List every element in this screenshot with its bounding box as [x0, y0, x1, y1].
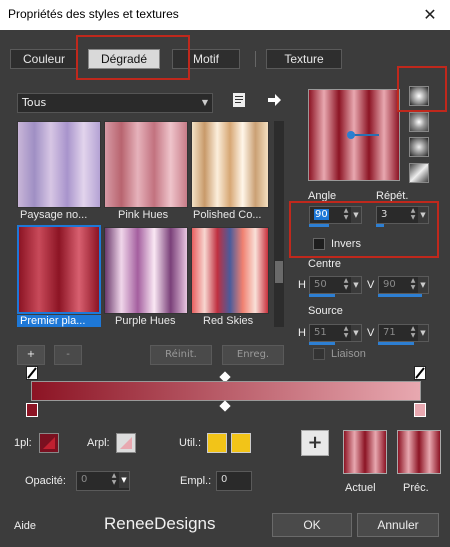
gradient-label-paysage: Paysage no... — [20, 209, 88, 221]
add-to-swatches-button[interactable]: + — [301, 430, 329, 456]
source-label: Source — [308, 305, 343, 317]
radial-style-button[interactable] — [409, 163, 429, 183]
top-left-marker-icon[interactable] — [26, 366, 38, 380]
center-v-input[interactable]: 90 ▲ ▼ ▼ — [378, 276, 429, 294]
center-h-dropdown-icon[interactable]: ▼ — [351, 277, 361, 293]
start-color-stop[interactable] — [26, 403, 38, 417]
source-h-slider[interactable] — [309, 342, 335, 345]
previous-label: Préc. — [403, 482, 429, 494]
gradient-label-polished: Polished Co... — [193, 209, 262, 221]
current-label: Actuel — [345, 482, 376, 494]
previous-preview-swatch[interactable] — [397, 430, 441, 474]
invert-checkbox[interactable] — [313, 238, 325, 250]
remove-gradient-button[interactable]: - — [54, 345, 82, 365]
util-color-swatch-1[interactable] — [207, 433, 227, 453]
source-v-value: 71 — [383, 327, 396, 338]
highlight-frame-angle — [289, 201, 439, 258]
category-value: Tous — [22, 96, 47, 109]
source-h-label: H — [298, 327, 306, 339]
source-h-spinner-icon[interactable]: ▲ ▼ — [341, 325, 351, 341]
gradient-thumb-premier-plan[interactable] — [17, 225, 101, 314]
source-v-slider[interactable] — [378, 342, 414, 345]
help-link[interactable]: Aide — [14, 520, 36, 532]
gradient-label-red-skies: Red Skies — [203, 315, 254, 327]
current-preview-swatch[interactable] — [343, 430, 387, 474]
source-v-spinner-icon[interactable]: ▲ ▼ — [408, 325, 418, 341]
center-v-label: V — [367, 279, 375, 291]
bg-label: Arpl: — [87, 437, 110, 449]
category-select[interactable]: Tous ▼ — [17, 93, 213, 113]
opacity-spinner-icon[interactable]: ▲ ▼ — [109, 472, 119, 488]
center-h-input[interactable]: 50 ▲ ▼ ▼ — [309, 276, 362, 294]
center-v-dropdown-icon[interactable]: ▼ — [418, 277, 428, 293]
center-v-value: 90 — [383, 279, 396, 290]
center-handle[interactable] — [347, 131, 355, 139]
close-icon[interactable]: ✕ — [410, 0, 450, 30]
scrollbar-thumb[interactable] — [275, 261, 283, 283]
highlight-frame-tab — [76, 35, 190, 80]
gradient-thumb-paysage[interactable] — [17, 121, 101, 208]
center-v-slider[interactable] — [378, 294, 422, 297]
source-v-dropdown-icon[interactable]: ▼ — [418, 325, 428, 341]
invert-label: Invers — [331, 238, 361, 250]
center-label: Centre — [308, 258, 342, 270]
util-color-swatch-2[interactable] — [231, 433, 251, 453]
gradient-thumb-polished[interactable] — [191, 121, 269, 208]
gradient-thumb-red-skies[interactable] — [191, 227, 269, 314]
center-h-label: H — [298, 279, 306, 291]
center-h-spinner-icon[interactable]: ▲ ▼ — [341, 277, 351, 293]
add-gradient-button[interactable]: + — [17, 345, 45, 365]
gradient-list-scrollbar[interactable] — [274, 121, 284, 327]
opacity-value: 0 — [81, 474, 88, 485]
gradient-editor-bar[interactable] — [31, 381, 421, 401]
util-label: Util.: — [179, 437, 201, 449]
ok-button[interactable]: OK — [272, 513, 352, 537]
center-v-spinner-icon[interactable]: ▲ ▼ — [408, 277, 418, 293]
arrow-right-icon[interactable] — [266, 92, 282, 108]
link-label: Liaison — [331, 348, 366, 360]
location-label: Empl.: — [180, 475, 212, 487]
window-title: Propriétés des styles et textures — [8, 7, 179, 21]
fg-label: 1pl: — [14, 437, 32, 449]
save-button[interactable]: Enreg. — [222, 345, 284, 365]
link-checkbox[interactable] — [313, 348, 325, 360]
rectangular-style-button[interactable] — [409, 112, 429, 132]
gradient-label-purple-hues: Purple Hues — [115, 315, 176, 327]
gradient-label-pink-hues: Pink Hues — [118, 209, 169, 221]
bottom-midpoint-icon[interactable] — [219, 400, 231, 412]
source-v-input[interactable]: 71 ▲ ▼ ▼ — [378, 324, 429, 342]
bg-color-swatch[interactable] — [116, 433, 136, 453]
sunburst-style-button[interactable] — [409, 137, 429, 157]
source-v-label: V — [367, 327, 375, 339]
source-h-input[interactable]: 51 ▲ ▼ ▼ — [309, 324, 362, 342]
tab-separator — [255, 51, 256, 67]
tab-couleur[interactable]: Couleur — [10, 49, 78, 69]
top-right-marker-icon[interactable] — [414, 366, 426, 380]
fg-color-swatch[interactable] — [39, 433, 59, 453]
highlight-frame-style — [397, 66, 447, 112]
gradient-preview[interactable] — [308, 89, 400, 181]
reset-button[interactable]: Réinit. — [150, 345, 212, 365]
brand-watermark: ReneeDesigns — [104, 514, 216, 533]
page-view-icon[interactable] — [231, 92, 247, 108]
center-h-value: 50 — [314, 279, 327, 290]
tab-texture[interactable]: Texture — [266, 49, 342, 69]
gradient-label-premier-plan: Premier pla... — [17, 315, 101, 327]
gradient-thumb-purple-hues[interactable] — [104, 227, 188, 314]
opacity-dropdown-icon[interactable]: ▼ — [119, 472, 129, 488]
title-bar: Propriétés des styles et textures ✕ — [0, 0, 450, 30]
location-input[interactable]: 0 — [216, 471, 252, 491]
gradient-thumb-pink-hues[interactable] — [104, 121, 188, 208]
center-h-slider[interactable] — [309, 294, 335, 297]
cancel-button[interactable]: Annuler — [357, 513, 439, 537]
chevron-down-icon: ▼ — [201, 98, 208, 107]
opacity-input[interactable]: 0 ▲ ▼ ▼ — [76, 471, 130, 491]
source-h-value: 51 — [314, 327, 327, 338]
opacity-label: Opacité: — [25, 475, 66, 487]
source-h-dropdown-icon[interactable]: ▼ — [351, 325, 361, 341]
end-color-stop[interactable] — [414, 403, 426, 417]
location-value: 0 — [221, 474, 228, 485]
